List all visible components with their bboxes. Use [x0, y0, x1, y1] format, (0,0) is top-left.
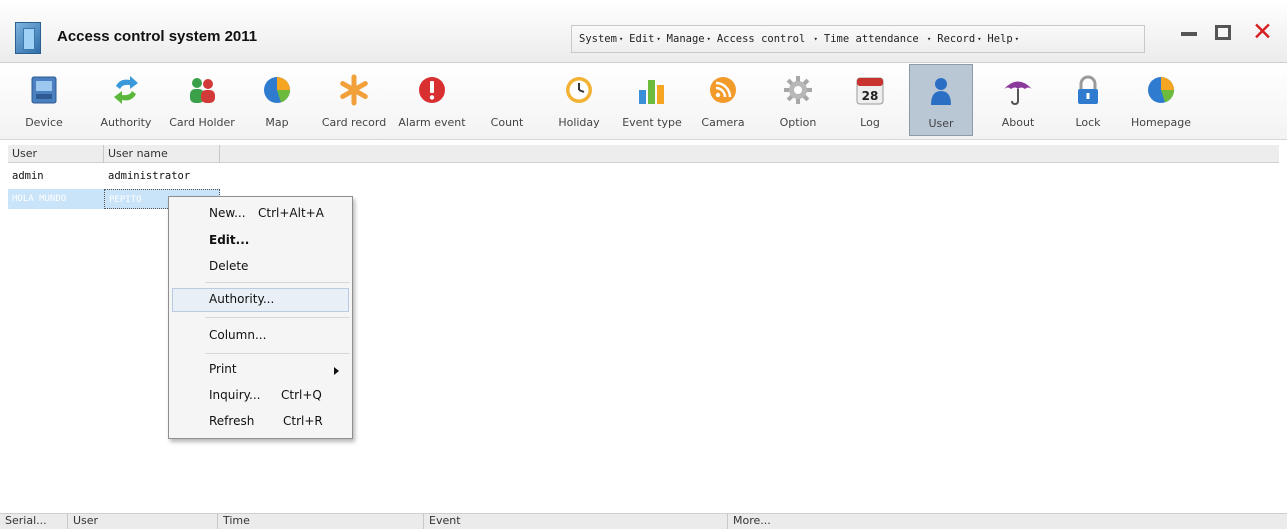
shortcut-label: Ctrl+Alt+A: [258, 206, 324, 220]
app-title: Access control system 2011: [57, 28, 258, 45]
log-column-user[interactable]: User: [68, 513, 218, 529]
menu-access-control[interactable]: Access control ▾: [717, 33, 820, 45]
menu-separator: [205, 317, 350, 318]
context-menu-delete[interactable]: Delete: [209, 259, 248, 273]
shortcut-label: Ctrl+Q: [281, 388, 322, 402]
shortcut-label: Ctrl+R: [283, 414, 323, 428]
gear-icon: [784, 76, 812, 104]
menu-manage[interactable]: Manage ▾: [667, 33, 713, 45]
app-logo-icon: [15, 22, 41, 54]
main-toolbar: Device Authority Card Holder Map Card re…: [0, 63, 1287, 140]
toolbar-about-button[interactable]: About: [990, 64, 1046, 136]
toolbar-holiday-button[interactable]: Holiday: [552, 64, 606, 136]
toolbar-device-button[interactable]: Device: [14, 64, 74, 136]
device-icon: [31, 76, 57, 104]
table-cell-user-name[interactable]: administrator: [104, 166, 220, 186]
user-icon: [931, 78, 951, 105]
bar-chart-icon: [639, 80, 664, 104]
context-menu: New... Ctrl+Alt+A Edit... Delete Authori…: [168, 196, 353, 439]
menu-help[interactable]: Help ▾: [987, 33, 1021, 45]
log-column-time[interactable]: Time: [218, 513, 424, 529]
context-menu-refresh[interactable]: Refresh: [209, 414, 254, 428]
toolbar-card-holder-button[interactable]: Card Holder: [165, 64, 239, 136]
context-menu-inquiry[interactable]: Inquiry...: [209, 388, 260, 402]
minimize-button[interactable]: [1181, 32, 1197, 36]
close-button[interactable]: ✕: [1252, 18, 1273, 46]
log-column-event[interactable]: Event: [424, 513, 728, 529]
table-cell-user[interactable]: admin: [8, 166, 104, 186]
toolbar-map-button[interactable]: Map: [247, 64, 307, 136]
log-column-more[interactable]: More...: [728, 513, 1287, 529]
toolbar-camera-button[interactable]: Camera: [694, 64, 752, 136]
toolbar-user-button[interactable]: User: [909, 64, 973, 136]
title-bar: Access control system 2011 System ▾ Edit ▾…: [0, 0, 1287, 63]
clock-icon: [566, 77, 592, 103]
table-cell-user[interactable]: HOLA MUNDO: [8, 189, 104, 209]
toolbar-lock-button[interactable]: Lock: [1062, 64, 1114, 136]
menu-system[interactable]: System ▾: [579, 33, 625, 45]
context-menu-column[interactable]: Column...: [209, 328, 266, 342]
column-header-user[interactable]: User: [8, 145, 104, 163]
menu-record[interactable]: Record ▾: [937, 33, 983, 45]
toolbar-event-type-button[interactable]: Event type: [616, 64, 688, 136]
toolbar-option-button[interactable]: Option: [770, 64, 826, 136]
svg-text:28: 28: [862, 89, 879, 103]
umbrella-icon: [1004, 81, 1032, 106]
maximize-button[interactable]: [1215, 25, 1231, 40]
toolbar-authority-button[interactable]: Authority: [95, 64, 157, 136]
pie-chart-icon: [264, 77, 291, 103]
toolbar-alarm-event-button[interactable]: Alarm event: [394, 64, 470, 136]
toolbar-card-record-button[interactable]: Card record: [314, 64, 394, 136]
log-column-serial[interactable]: Serial...: [0, 513, 68, 529]
people-icon: [190, 78, 215, 103]
asterisk-icon: [340, 74, 368, 106]
pie-chart-icon: [1148, 77, 1174, 103]
column-header-user-name[interactable]: User name: [104, 145, 220, 163]
toolbar-count-button[interactable]: Count: [482, 64, 532, 136]
context-menu-print[interactable]: Print: [209, 362, 237, 376]
context-menu-edit[interactable]: Edit...: [209, 233, 249, 247]
lock-icon: [1078, 75, 1098, 104]
submenu-arrow-icon: [334, 367, 339, 375]
menu-time-attendance[interactable]: Time attendance ▾: [824, 33, 933, 45]
toolbar-log-button[interactable]: 28 Log: [842, 64, 898, 136]
menu-edit[interactable]: Edit ▾: [629, 33, 663, 45]
toolbar-homepage-button[interactable]: Homepage: [1126, 64, 1196, 136]
menu-bar: System ▾ Edit ▾ Manage ▾ Access control ▾ T…: [571, 25, 1145, 53]
context-menu-authority[interactable]: Authority...: [209, 292, 274, 306]
refresh-arrows-icon: [114, 76, 138, 104]
alarm-icon: [419, 77, 445, 103]
rss-icon: [710, 77, 736, 103]
menu-separator: [205, 353, 350, 354]
menu-separator: [205, 282, 350, 283]
calendar-icon: 28: [856, 77, 884, 105]
context-menu-new[interactable]: New...: [209, 206, 246, 220]
